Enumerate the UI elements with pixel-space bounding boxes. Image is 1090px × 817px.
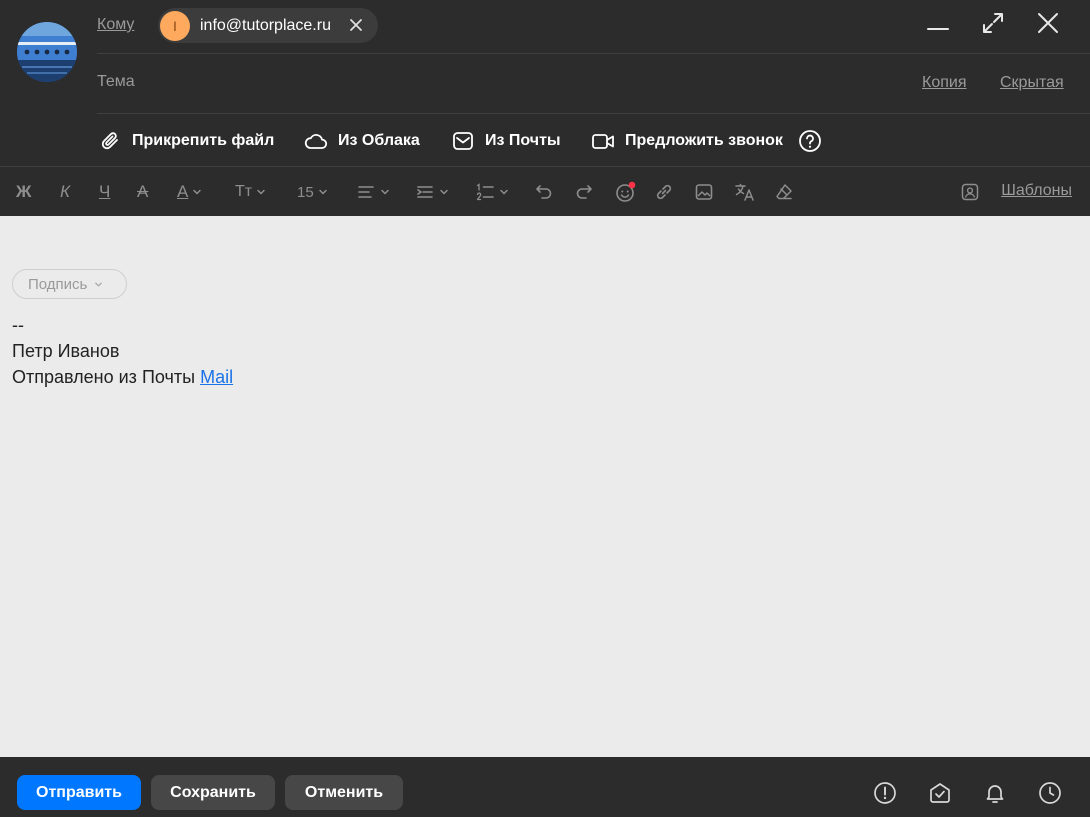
formatting-toolbar: Ж К Ч А А Тт 15 Шаблоны: [0, 166, 1090, 216]
translate-icon[interactable]: [734, 181, 756, 203]
from-mail-button[interactable]: Из Почты: [451, 127, 561, 155]
recipient-chip[interactable]: I info@tutorplace.ru: [158, 8, 378, 43]
image-icon[interactable]: [694, 181, 714, 203]
attach-file-label: Прикрепить файл: [132, 132, 275, 149]
chevron-down-icon: [193, 189, 202, 195]
font-family-button[interactable]: Тт: [235, 181, 266, 203]
mail-link[interactable]: Mail: [200, 367, 233, 387]
chevron-down-icon: [500, 189, 508, 195]
font-size-button[interactable]: 15: [297, 181, 328, 203]
signature-text: -- Петр Иванов Отправлено из Почты Mail: [12, 312, 233, 390]
clock-icon[interactable]: [1038, 781, 1062, 805]
divider: [97, 113, 1090, 114]
numbered-list-icon: [476, 183, 494, 201]
signature-label: Подпись: [28, 275, 88, 293]
bell-icon[interactable]: [983, 781, 1007, 805]
message-body[interactable]: Подпись -- Петр Иванов Отправлено из Поч…: [0, 216, 1090, 757]
minimize-icon[interactable]: [925, 10, 951, 36]
expand-icon[interactable]: [980, 10, 1006, 36]
sent-from-text: Отправлено из Почты: [12, 367, 196, 387]
paperclip-icon: [101, 132, 118, 150]
divider: [97, 53, 1090, 54]
chevron-down-icon: [381, 189, 389, 195]
recipient-avatar: I: [160, 10, 190, 41]
cancel-button[interactable]: Отменить: [285, 775, 403, 810]
signature-dropdown[interactable]: Подпись: [12, 269, 127, 299]
templates-link[interactable]: Шаблоны: [1001, 182, 1072, 200]
bcc-link[interactable]: Скрытая: [1000, 74, 1064, 92]
help-icon[interactable]: [798, 129, 822, 153]
cc-link[interactable]: Копия: [922, 74, 966, 92]
send-button[interactable]: Отправить: [17, 775, 141, 810]
subject-label[interactable]: Тема: [97, 73, 135, 91]
numbered-list-button[interactable]: [475, 181, 509, 203]
close-icon[interactable]: [348, 17, 364, 33]
from-cloud-label: Из Облака: [338, 132, 420, 149]
recipient-email: info@tutorplace.ru: [200, 16, 331, 34]
templates-icon[interactable]: [960, 181, 980, 203]
compose-footer: Отправить Сохранить Отменить: [0, 757, 1090, 817]
font-family-label: Тт: [235, 183, 253, 200]
video-camera-icon: [592, 134, 614, 149]
signature-dash: --: [12, 315, 24, 335]
redo-icon[interactable]: [574, 181, 594, 203]
chevron-down-icon: [95, 282, 103, 287]
strikethrough-button[interactable]: А: [137, 181, 148, 203]
font-size-label: 15: [297, 183, 314, 201]
chevron-down-icon: [440, 189, 448, 195]
text-color-label: А: [177, 182, 189, 201]
chevron-down-icon: [257, 189, 265, 195]
signature-sent-from: Отправлено из Почты Mail: [12, 364, 233, 390]
envelope-icon: [453, 132, 473, 150]
eraser-icon[interactable]: [774, 181, 794, 203]
undo-icon[interactable]: [534, 181, 554, 203]
signature-name: Петр Иванов: [12, 341, 120, 361]
save-button[interactable]: Сохранить: [151, 775, 275, 810]
bold-button[interactable]: Ж: [16, 181, 31, 203]
text-color-button[interactable]: А: [177, 181, 202, 203]
underline-button[interactable]: Ч: [99, 181, 110, 203]
read-receipt-icon[interactable]: [928, 781, 952, 805]
indent-icon: [417, 186, 433, 198]
indent-button[interactable]: [415, 181, 449, 203]
align-button[interactable]: [356, 181, 390, 203]
important-icon[interactable]: [873, 781, 897, 805]
link-icon[interactable]: [654, 181, 674, 203]
emoji-icon[interactable]: [614, 181, 636, 203]
cloud-icon: [304, 134, 328, 149]
align-left-icon: [358, 186, 374, 198]
from-cloud-button[interactable]: Из Облака: [304, 127, 420, 155]
suggest-call-label: Предложить звонок: [625, 132, 783, 149]
italic-button[interactable]: К: [60, 181, 70, 203]
user-avatar[interactable]: [17, 22, 77, 82]
from-mail-label: Из Почты: [485, 132, 561, 149]
suggest-call-button[interactable]: Предложить звонок: [591, 127, 783, 155]
close-window-icon[interactable]: [1035, 10, 1061, 36]
compose-header: Кому I info@tutorplace.ru Тема Копия Скр…: [0, 0, 1090, 166]
to-label[interactable]: Кому: [97, 16, 134, 34]
attach-file-button[interactable]: Прикрепить файл: [100, 127, 274, 155]
chevron-down-icon: [318, 189, 327, 195]
